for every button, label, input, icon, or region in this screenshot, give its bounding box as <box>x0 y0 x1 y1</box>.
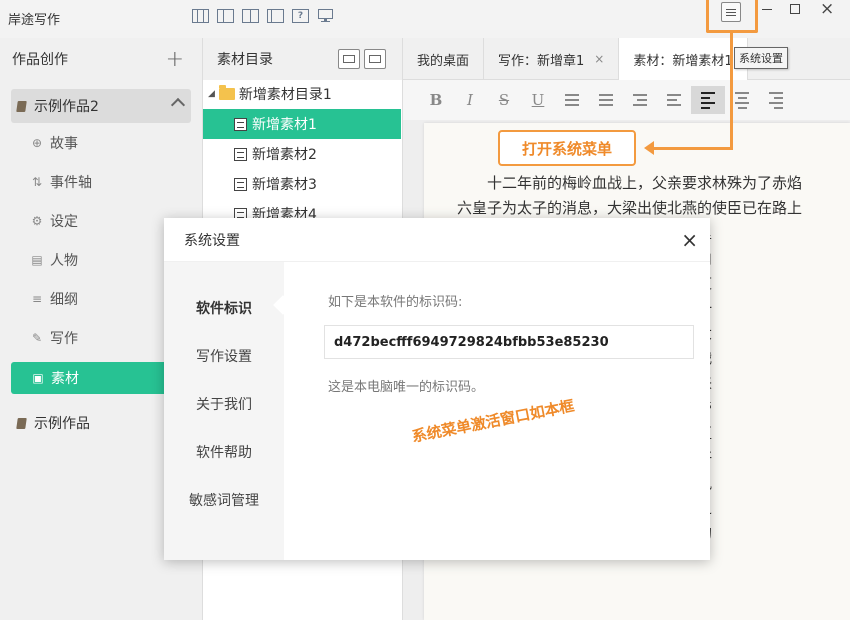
sidebar-header: 作品创作 + <box>0 38 202 80</box>
material-item-label: 新增素材1 <box>252 117 317 133</box>
id-card-icon: ▤ <box>31 253 43 267</box>
document-icon <box>234 177 247 191</box>
align-left-icon[interactable] <box>691 86 725 114</box>
software-id-label: 如下是本软件的标识码: <box>328 295 463 310</box>
layout-wide-icon[interactable] <box>267 9 284 23</box>
sidebar-item-label: 细纲 <box>50 292 78 308</box>
material-item[interactable]: 新增素材3 <box>203 169 401 199</box>
italic-button[interactable]: I <box>453 86 487 114</box>
sidebar-item-label: 设定 <box>50 214 78 230</box>
tab-material[interactable]: 素材：新增素材1 <box>619 38 748 80</box>
sidebar-item-label: 事件轴 <box>50 175 92 191</box>
layout-three-column-icon[interactable] <box>192 9 209 23</box>
sidebar-item-outline[interactable]: ≡ 细纲 <box>28 284 78 314</box>
software-id-field[interactable]: d472becfff6949729824bfbb53e85230 <box>324 325 694 359</box>
material-directory-header: 素材目录 <box>203 38 402 80</box>
underline-button[interactable]: U <box>521 86 555 114</box>
tab-close-icon[interactable]: × <box>594 52 604 66</box>
sidebar-item-label: 人物 <box>50 253 78 269</box>
tab-label: 写作：新增章1 <box>498 53 585 69</box>
image-icon: ▣ <box>32 371 44 385</box>
sidebar-item-settings[interactable]: ⚙ 设定 <box>28 206 78 236</box>
tab-label: 我的桌面 <box>417 53 470 69</box>
material-directory-title: 素材目录 <box>217 52 273 68</box>
dialog-body: 如下是本软件的标识码: d472becfff6949729824bfbb53e8… <box>284 262 710 560</box>
dialog-header: 系统设置 × <box>164 218 710 262</box>
annotation-arrow-icon <box>644 141 654 155</box>
layout-two-column-icon[interactable] <box>217 9 234 23</box>
folder-icon <box>218 85 235 100</box>
gears-icon: ⚙ <box>31 214 43 228</box>
document-icon <box>234 117 247 131</box>
nav-writing-settings[interactable]: 写作设置 <box>164 346 284 366</box>
folder-label: 新增素材目录1 <box>238 87 332 103</box>
expand-triangle-icon[interactable]: ◢ <box>208 89 215 99</box>
tab-desktop[interactable]: 我的桌面 <box>403 38 485 80</box>
dialog-nav: 软件标识 写作设置 关于我们 软件帮助 敏感词管理 <box>164 262 293 560</box>
globe-icon: ⊕ <box>31 136 43 150</box>
tab-label: 素材：新增素材1 <box>633 53 733 69</box>
add-work-button[interactable]: + <box>166 47 184 72</box>
numbered-list-icon[interactable] <box>589 86 623 114</box>
material-item-label: 新增素材2 <box>252 147 317 163</box>
system-menu-button[interactable] <box>721 2 741 22</box>
material-folder[interactable]: ◢ 新增素材目录1 <box>208 82 332 106</box>
format-toolbar: B I S U <box>403 80 850 120</box>
dialog-close-button[interactable]: × <box>681 228 698 252</box>
material-item[interactable]: 新增素材2 <box>203 139 401 169</box>
nav-sensitive-words[interactable]: 敏感词管理 <box>164 490 284 510</box>
sidebar-item-label: 写作 <box>50 331 78 347</box>
sidebar-item-characters[interactable]: ▤ 人物 <box>28 245 78 275</box>
work-item-example-2[interactable]: 示例作品2 <box>11 89 191 123</box>
sidebar-item-writing[interactable]: ✎ 写作 <box>28 323 78 353</box>
maximize-button[interactable] <box>790 4 800 14</box>
help-icon[interactable]: ? <box>292 9 309 23</box>
software-id-note: 这是本电脑唯一的标识码。 <box>328 380 485 395</box>
work-label: 示例作品 <box>34 416 90 432</box>
work-label: 示例作品2 <box>34 99 99 115</box>
chevron-up-icon[interactable] <box>170 97 186 113</box>
nav-about-us[interactable]: 关于我们 <box>164 394 284 414</box>
material-item[interactable]: 新增素材1 <box>203 109 401 139</box>
tab-writing-chapter[interactable]: 写作：新增章1 × <box>484 38 620 80</box>
sidebar-item-label: 素材 <box>51 371 79 387</box>
layout-switcher: ? <box>192 9 334 23</box>
timeline-icon: ⇅ <box>31 175 43 189</box>
bold-button[interactable]: B <box>419 86 453 114</box>
system-settings-tooltip: 系统设置 <box>734 47 788 69</box>
material-item-label: 新增素材3 <box>252 177 317 193</box>
system-settings-dialog: 系统设置 × 软件标识 写作设置 关于我们 软件帮助 敏感词管理 如下是本软件的… <box>164 218 710 560</box>
nav-software-id[interactable]: 软件标识 <box>164 298 284 318</box>
window-callout: 系统菜单激活窗口如本框 <box>410 396 576 446</box>
app-title: 岸途写作 <box>8 13 61 28</box>
book-icon <box>16 100 27 112</box>
annotation-line <box>730 33 733 149</box>
book-icon <box>16 417 27 429</box>
layout-split-icon[interactable] <box>242 9 259 23</box>
document-icon <box>234 147 247 161</box>
title-bar: 岸途写作 ? × <box>0 0 850 38</box>
annotation-line <box>652 147 733 150</box>
dialog-title: 系统设置 <box>184 232 240 249</box>
nav-help[interactable]: 软件帮助 <box>164 442 284 462</box>
minimize-button[interactable] <box>762 9 772 10</box>
new-folder-button[interactable] <box>338 49 360 69</box>
text-line: 十二年前的梅岭血战上，父亲要求林殊为了赤焰 <box>457 174 803 192</box>
strikethrough-button[interactable]: S <box>487 86 521 114</box>
bullet-list-icon[interactable] <box>555 86 589 114</box>
outdent-icon[interactable] <box>623 86 657 114</box>
sidebar-item-story[interactable]: ⊕ 故事 <box>28 128 78 158</box>
list-icon: ≡ <box>31 292 43 306</box>
sidebar-title: 作品创作 <box>12 52 68 68</box>
pencil-icon: ✎ <box>31 331 43 345</box>
align-right-icon[interactable] <box>759 86 793 114</box>
indent-icon[interactable] <box>657 86 691 114</box>
new-material-button[interactable] <box>364 49 386 69</box>
menu-button-highlight <box>706 0 758 33</box>
monitor-icon[interactable] <box>317 9 334 23</box>
sidebar-item-timeline[interactable]: ⇅ 事件轴 <box>28 167 92 197</box>
window-close-button[interactable]: × <box>820 0 834 19</box>
menu-callout: 打开系统菜单 <box>498 130 636 166</box>
sidebar-item-label: 故事 <box>50 136 78 152</box>
